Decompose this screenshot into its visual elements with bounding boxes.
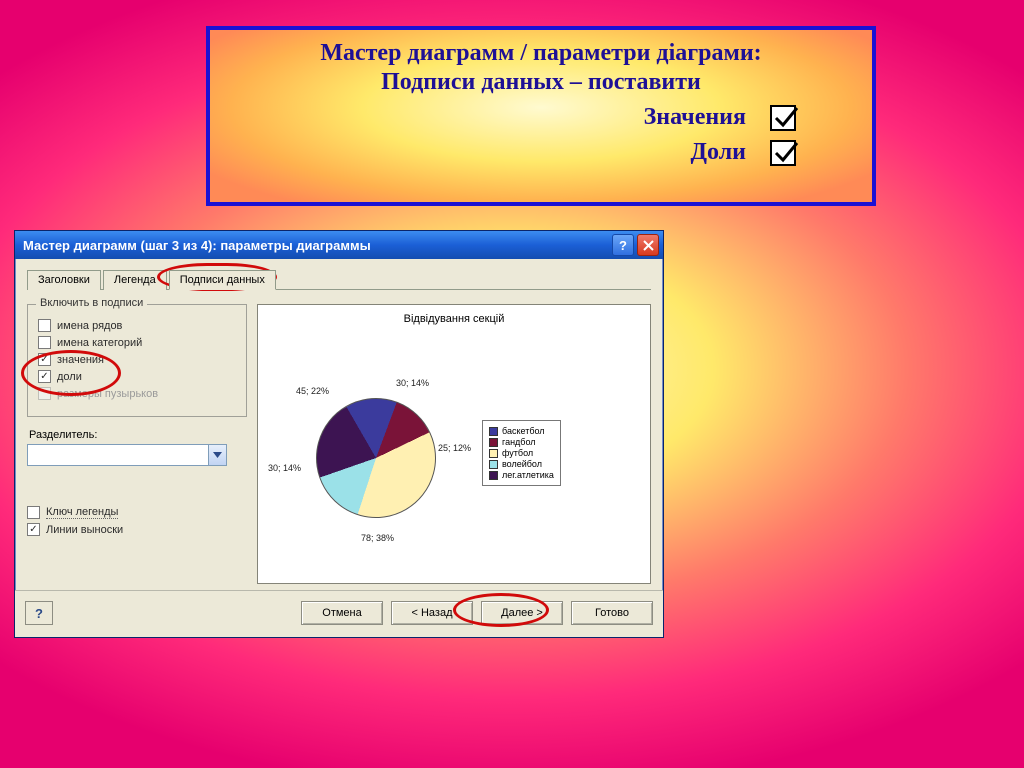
tab-titles[interactable]: Заголовки [27, 270, 101, 290]
opt-bubble-sizes: размеры пузырьков [38, 387, 236, 400]
chevron-down-icon [208, 445, 226, 465]
finish-button[interactable]: Готово [571, 601, 653, 625]
panel-line2: Подписи данных – поставити [226, 69, 856, 96]
chart-preview: Відвідування секцій 30; 14% 25; 12% 78; … [257, 304, 651, 584]
panel-line1: Мастер диаграмм / параметри діаграми: [226, 40, 856, 67]
instruction-panel: Мастер диаграмм / параметри діаграми: По… [206, 26, 876, 206]
pie-graphic [294, 376, 458, 540]
titlebar: Мастер диаграмм (шаг 3 из 4): параметры … [15, 231, 663, 259]
opt-leader-lines[interactable]: ✓ Линии выноски [27, 523, 247, 536]
tab-data-labels[interactable]: Подписи данных [169, 270, 276, 290]
opt-category-names[interactable]: имена категорий [38, 336, 236, 349]
checkbox-icon: ✓ [38, 370, 51, 383]
panel-values-checkbox [770, 105, 796, 131]
svg-text:?: ? [35, 606, 43, 621]
panel-pct-checkbox [770, 140, 796, 166]
pie-chart: 30; 14% 25; 12% 78; 38% 30; 14% 45; 22% [266, 348, 476, 558]
back-button[interactable]: < Назад [391, 601, 473, 625]
legend: баскетбол гандбол футбол волейбол лег.ат… [482, 420, 561, 486]
slice-label: 30; 14% [268, 463, 301, 473]
tab-legend[interactable]: Легенда [103, 270, 167, 290]
chart-wizard-dialog: Мастер диаграмм (шаг 3 из 4): параметры … [14, 230, 664, 638]
opt-legend-key[interactable]: Ключ легенды [27, 506, 247, 519]
next-button[interactable]: Далее > [481, 601, 563, 625]
button-bar: ? Отмена < Назад Далее > Готово [15, 590, 663, 637]
swatch [489, 460, 498, 469]
help-button[interactable]: ? [25, 601, 53, 625]
options-column: Включить в подписи имена рядов имена кат… [27, 304, 247, 584]
opt-values-label: значения [57, 354, 104, 366]
slice-label: 45; 22% [296, 386, 329, 396]
checkbox-icon: ✓ [38, 353, 51, 366]
dialog-title: Мастер диаграмм (шаг 3 из 4): параметры … [23, 238, 609, 253]
panel-values-label: Значения [606, 104, 746, 131]
slice-label: 25; 12% [438, 443, 471, 453]
lower-options: Ключ легенды ✓ Линии выноски [27, 506, 247, 536]
titlebar-help-button[interactable]: ? [612, 234, 634, 256]
opt-leader-label: Линии выноски [46, 524, 123, 536]
checkbox-icon: ✓ [27, 523, 40, 536]
opt-values[interactable]: ✓ значения [38, 353, 236, 366]
panel-row-pct: Доли [226, 139, 856, 166]
swatch [489, 449, 498, 458]
swatch [489, 427, 498, 436]
checkbox-icon [27, 506, 40, 519]
group-title: Включить в подписи [36, 297, 147, 309]
opt-series-names[interactable]: имена рядов [38, 319, 236, 332]
checkbox-icon [38, 336, 51, 349]
legend-item: волейбол [502, 459, 542, 469]
opt-legend-key-label: Ключ легенды [46, 506, 118, 519]
include-labels-group: Включить в подписи имена рядов имена кат… [27, 304, 247, 417]
swatch [489, 438, 498, 447]
slice-label: 78; 38% [361, 533, 394, 543]
checkbox-icon [38, 319, 51, 332]
legend-item: баскетбол [502, 426, 545, 436]
opt-categ-label: имена категорий [57, 337, 142, 349]
legend-item: лег.атлетика [502, 470, 554, 480]
slice-label: 30; 14% [396, 378, 429, 388]
separator-combo[interactable] [27, 444, 227, 466]
cancel-button[interactable]: Отмена [301, 601, 383, 625]
opt-bubble-label: размеры пузырьков [57, 388, 158, 400]
tabs: Заголовки Легенда Подписи данных [27, 269, 651, 290]
swatch [489, 471, 498, 480]
opt-percent[interactable]: ✓ доли [38, 370, 236, 383]
panel-pct-label: Доли [606, 139, 746, 166]
opt-series-label: имена рядов [57, 320, 122, 332]
titlebar-close-button[interactable] [637, 234, 659, 256]
legend-item: футбол [502, 448, 533, 458]
panel-row-values: Значения [226, 104, 856, 131]
chart-title: Відвідування секцій [266, 313, 642, 325]
checkbox-icon [38, 387, 51, 400]
separator-label: Разделитель: [29, 429, 247, 441]
opt-pct-label: доли [57, 371, 82, 383]
legend-item: гандбол [502, 437, 536, 447]
